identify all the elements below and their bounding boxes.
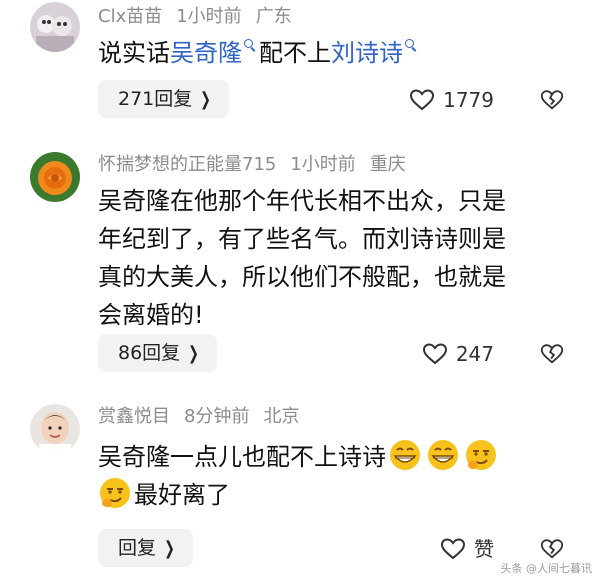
location: 重庆 [369,154,406,175]
grinning-emoji-icon [428,440,458,470]
like-count: 1779 [443,88,494,112]
location: 北京 [263,406,300,427]
heart-outline-icon [440,537,466,559]
watermark: 头条 @人间七暮讯 [500,562,593,575]
username[interactable]: 赏鑫悦目 [98,406,170,427]
chevron-right-icon: ❯ [164,538,175,559]
username[interactable]: 怀揣梦想的正能量715 [98,154,276,175]
like-label: 赞 [474,537,494,561]
grinning-emoji-icon [390,440,420,470]
avatar[interactable] [30,152,80,202]
search-link-wuqilong[interactable]: 吴奇隆 [170,39,242,67]
like-button[interactable]: 247 [422,339,494,369]
smirk-emoji-icon [466,440,496,470]
broken-heart-icon[interactable] [540,537,564,561]
chevron-right-icon: ❯ [188,343,200,364]
like-button[interactable]: 赞 [440,534,494,564]
avatar[interactable] [30,2,80,52]
like-button[interactable]: 1779 [409,85,494,115]
comment-meta: Clx苗苗 1小时前 广东 [98,4,306,30]
avatar[interactable] [30,404,80,454]
reply-button[interactable]: 回复 ❯ [98,529,194,567]
chevron-right-icon: ❯ [200,89,212,110]
smirk-emoji-icon [100,478,130,508]
comment-text: 说实话吴奇隆 配不上刘诗诗 [98,34,568,72]
comment-text: 吴奇隆在他那个年代长相不出众，只是 年纪到了，有了些名气。而刘诗诗则是 真的大美… [98,187,506,329]
comment-text: 吴奇隆一点儿也配不上诗诗 最好离了 [98,438,588,514]
reply-button[interactable]: 271回复 ❯ [98,80,230,118]
username[interactable]: Clx苗苗 [98,6,162,27]
search-icon[interactable] [244,39,253,48]
timestamp: 1小时前 [290,154,356,175]
heart-outline-icon [410,88,435,110]
reply-button[interactable]: 86回复 ❯ [98,334,218,372]
timestamp: 1小时前 [176,6,242,27]
search-icon[interactable] [405,39,414,48]
location: 广东 [255,6,292,27]
broken-heart-icon[interactable] [540,88,564,112]
comment-meta: 赏鑫悦目 8分钟前 北京 [98,404,313,430]
heart-outline-icon [422,342,447,364]
like-count: 247 [455,342,494,366]
search-link-liushishi[interactable]: 刘诗诗 [331,39,403,67]
timestamp: 8分钟前 [184,406,250,427]
broken-heart-icon[interactable] [540,342,564,366]
comment-meta: 怀揣梦想的正能量715 1小时前 重庆 [98,152,420,178]
